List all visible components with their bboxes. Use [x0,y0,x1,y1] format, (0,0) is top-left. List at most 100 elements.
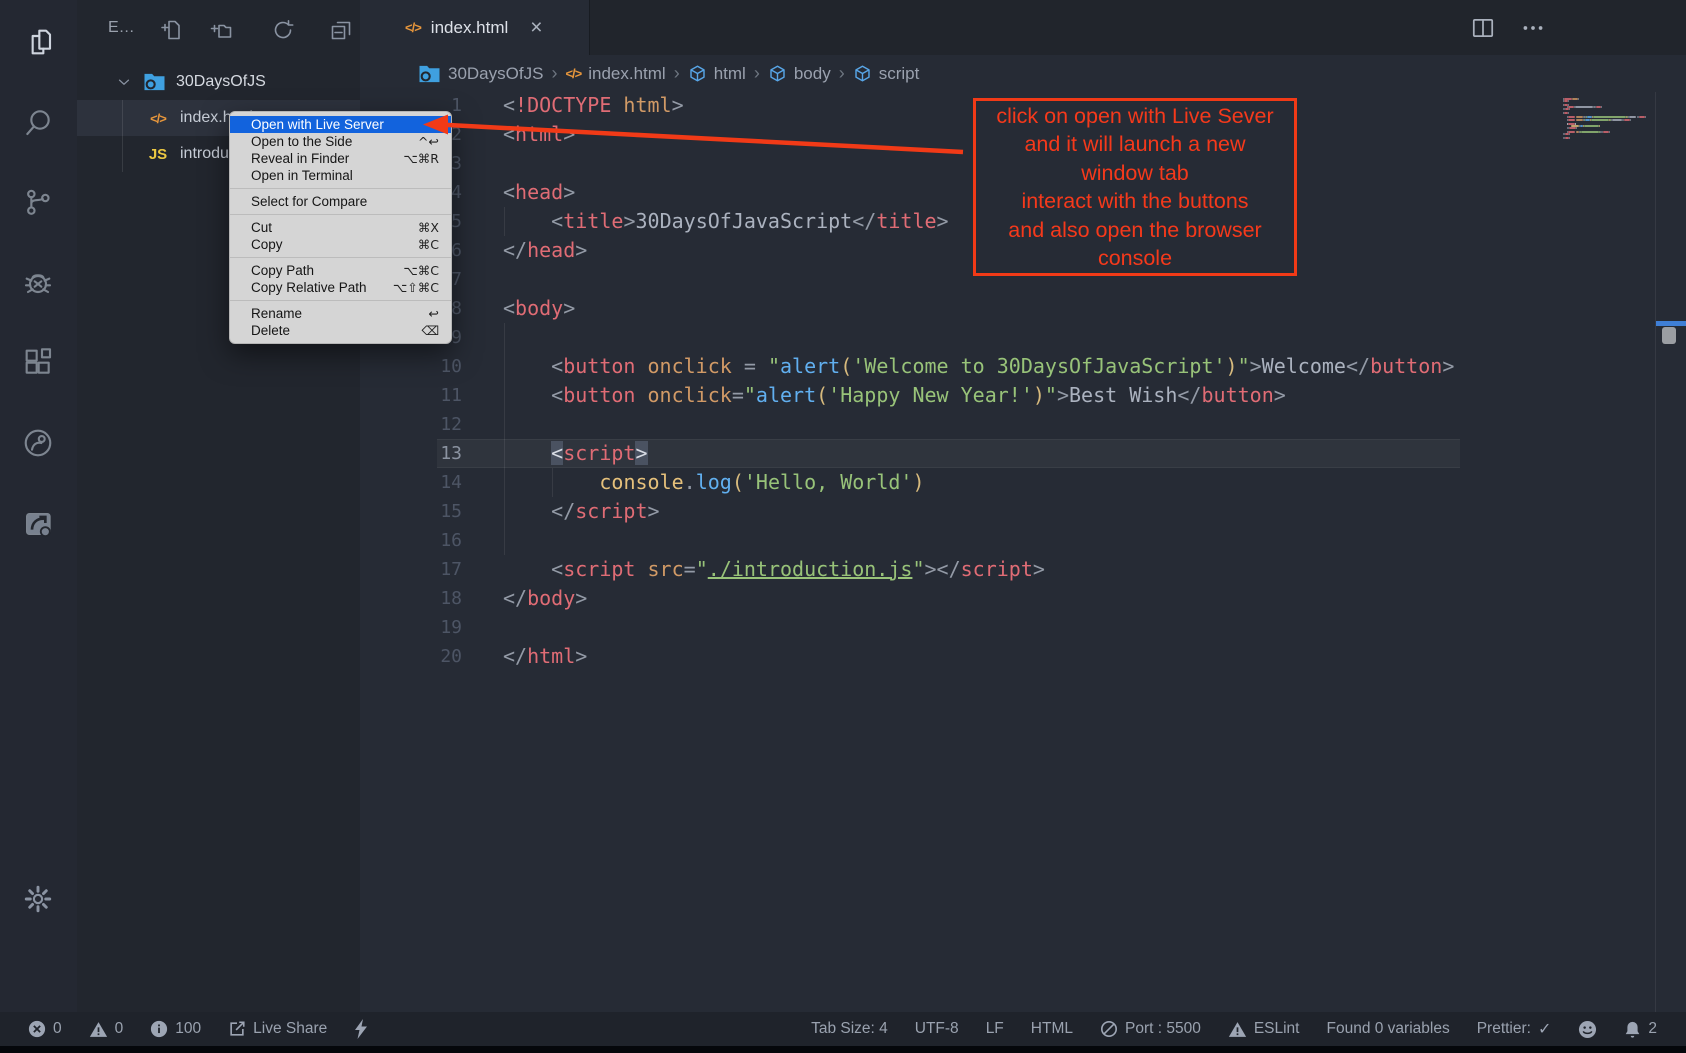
minimap-line [1584,125,1599,127]
activity-bar-item-extensions[interactable] [19,343,57,381]
close-icon[interactable]: × [530,16,542,40]
activity-bar-item-browser-preview[interactable] [19,504,57,542]
status-item-variables[interactable]: Found 0 variables [1326,1020,1449,1038]
folder-icon [142,72,166,92]
line-number: 15 [378,497,462,526]
breadcrumb-item-30daysofjs[interactable]: 30DaysOfJS [418,64,543,84]
context-menu: Open with Live ServerOpen to the Side^↩R… [229,111,452,344]
line-number: 18 [378,584,462,613]
menu-separator [230,300,451,301]
annotation-text-line: console [976,244,1294,273]
status-item-live-server-port[interactable]: Port : 5500 [1100,1020,1201,1038]
code-line-18[interactable]: </body> [503,584,587,613]
collapse-all-icon[interactable] [327,16,355,44]
live-share-icon [22,427,54,459]
warning-icon [89,1021,108,1038]
code-line-20[interactable]: </html> [503,642,587,671]
html-file-icon: </> [565,66,581,81]
minimap[interactable] [1563,98,1655,188]
menu-item-delete[interactable]: Delete⌫ [230,322,451,339]
code-line-5[interactable]: <title>30DaysOfJavaScript</title> [551,207,948,236]
status-item-encoding[interactable]: UTF-8 [915,1020,959,1038]
breadcrumb-item-index-html[interactable]: </>index.html [565,64,665,84]
menu-item-cut[interactable]: Cut⌘X [230,219,451,236]
minimap-line [1645,116,1646,118]
menu-item-copy[interactable]: Copy⌘C [230,236,451,253]
indent-guide [552,468,553,497]
code-line-13[interactable]: <script> [551,439,647,468]
status-item-eol[interactable]: LF [986,1020,1004,1038]
tab-index-html[interactable]: </> index.html × [360,0,590,55]
status-item-live-share[interactable]: Live Share [228,1020,327,1038]
html-file-icon: </> [146,111,170,126]
code-line-1[interactable]: <!DOCTYPE html> [503,92,684,120]
status-item-info[interactable]: 100 [150,1020,201,1038]
status-item-eslint[interactable]: ESLint [1228,1020,1300,1038]
new-file-icon[interactable] [157,16,185,44]
check-icon: ✓ [1538,1019,1551,1039]
code-line-2[interactable]: <html> [503,120,575,149]
breadcrumb-item-body[interactable]: body [768,64,831,84]
gear-icon[interactable] [19,880,57,918]
status-item-warnings[interactable]: 0 [89,1020,124,1038]
status-item-tab-size[interactable]: Tab Size: 4 [811,1020,888,1038]
code-line-6[interactable]: </head> [503,236,587,265]
minimap-line [1630,119,1631,121]
status-item-prettier[interactable]: Prettier:✓ [1477,1019,1552,1039]
refresh-icon[interactable] [269,16,297,44]
activity-bar-item-live-share[interactable] [19,424,57,462]
menu-item-select-for-compare[interactable]: Select for Compare [230,193,451,210]
minimap-divider [1655,92,1656,1012]
status-bar: 0 0 100 Live Share Tab Size: 4 UTF-8 LF HTML Po… [0,1012,1686,1046]
tree-item-30daysofjs[interactable]: 30DaysOfJS [77,64,360,100]
split-editor-icon[interactable] [1468,13,1498,43]
annotation-text-line: window tab [976,159,1294,188]
status-item-errors[interactable]: 0 [28,1020,62,1038]
breadcrumb: 30DaysOfJS›</>index.html›html›body›scrip… [360,55,1686,92]
status-item-bolt[interactable] [354,1019,368,1039]
code-line-15[interactable]: </script> [551,497,659,526]
menu-item-open-with-live-server[interactable]: Open with Live Server [230,116,451,133]
status-item-feedback[interactable] [1578,1020,1597,1039]
menu-item-reveal-in-finder[interactable]: Reveal in Finder⌥⌘R [230,150,451,167]
code-line-11[interactable]: <button onclick="alert('Happy New Year!'… [551,381,1286,410]
annotation-text-line: click on open with Live Sever [976,102,1294,131]
more-actions-icon[interactable] [1518,13,1548,43]
code-line-14[interactable]: console.log('Hello, World') [599,468,924,497]
html-file-icon: </> [405,20,421,35]
menu-item-rename[interactable]: Rename↩ [230,305,451,322]
source-control-icon [22,186,54,218]
minimap-line [1599,125,1600,127]
activity-bar-item-explorer[interactable] [19,23,57,61]
status-item-language-mode[interactable]: HTML [1031,1020,1073,1038]
breadcrumb-item-html[interactable]: html [688,64,746,84]
status-item-notifications[interactable]: 2 [1624,1020,1657,1039]
code-line-10[interactable]: <button onclick = "alert('Welcome to 30D… [551,352,1454,381]
line-number: 10 [378,352,462,381]
menu-item-copy-path[interactable]: Copy Path⌥⌘C [230,262,451,279]
minimap-line [1612,119,1621,121]
minimap-line [1572,98,1577,100]
menu-item-open-to-the-side[interactable]: Open to the Side^↩ [230,133,451,150]
code-line-8[interactable]: <body> [503,294,575,323]
code-line-4[interactable]: <head> [503,178,575,207]
search-icon [22,106,54,138]
breadcrumb-separator: › [551,63,557,84]
breadcrumb-item-script[interactable]: script [853,64,920,84]
code-line-17[interactable]: <script src="./introduction.js"></script… [551,555,1045,584]
overview-scroll-thumb[interactable] [1662,327,1676,344]
activity-bar-item-search[interactable] [19,103,57,141]
line-number: 12 [378,410,462,439]
activity-bar-item-run-debug[interactable] [19,263,57,301]
menu-item-open-in-terminal[interactable]: Open in Terminal [230,167,451,184]
breadcrumb-separator: › [674,63,680,84]
new-folder-icon[interactable] [207,16,235,44]
activity-bar-item-source-control[interactable] [19,183,57,221]
minimap-line [1591,119,1609,121]
menu-item-copy-relative-path[interactable]: Copy Relative Path⌥⇧⌘C [230,279,451,296]
breadcrumb-separator: › [839,63,845,84]
vscode-window: E… 30DaysOfJS</>index.htmlJSintroduction… [0,0,1686,1053]
minimap-line [1568,100,1569,102]
browser-preview-icon [22,507,54,539]
line-number: 11 [378,381,462,410]
